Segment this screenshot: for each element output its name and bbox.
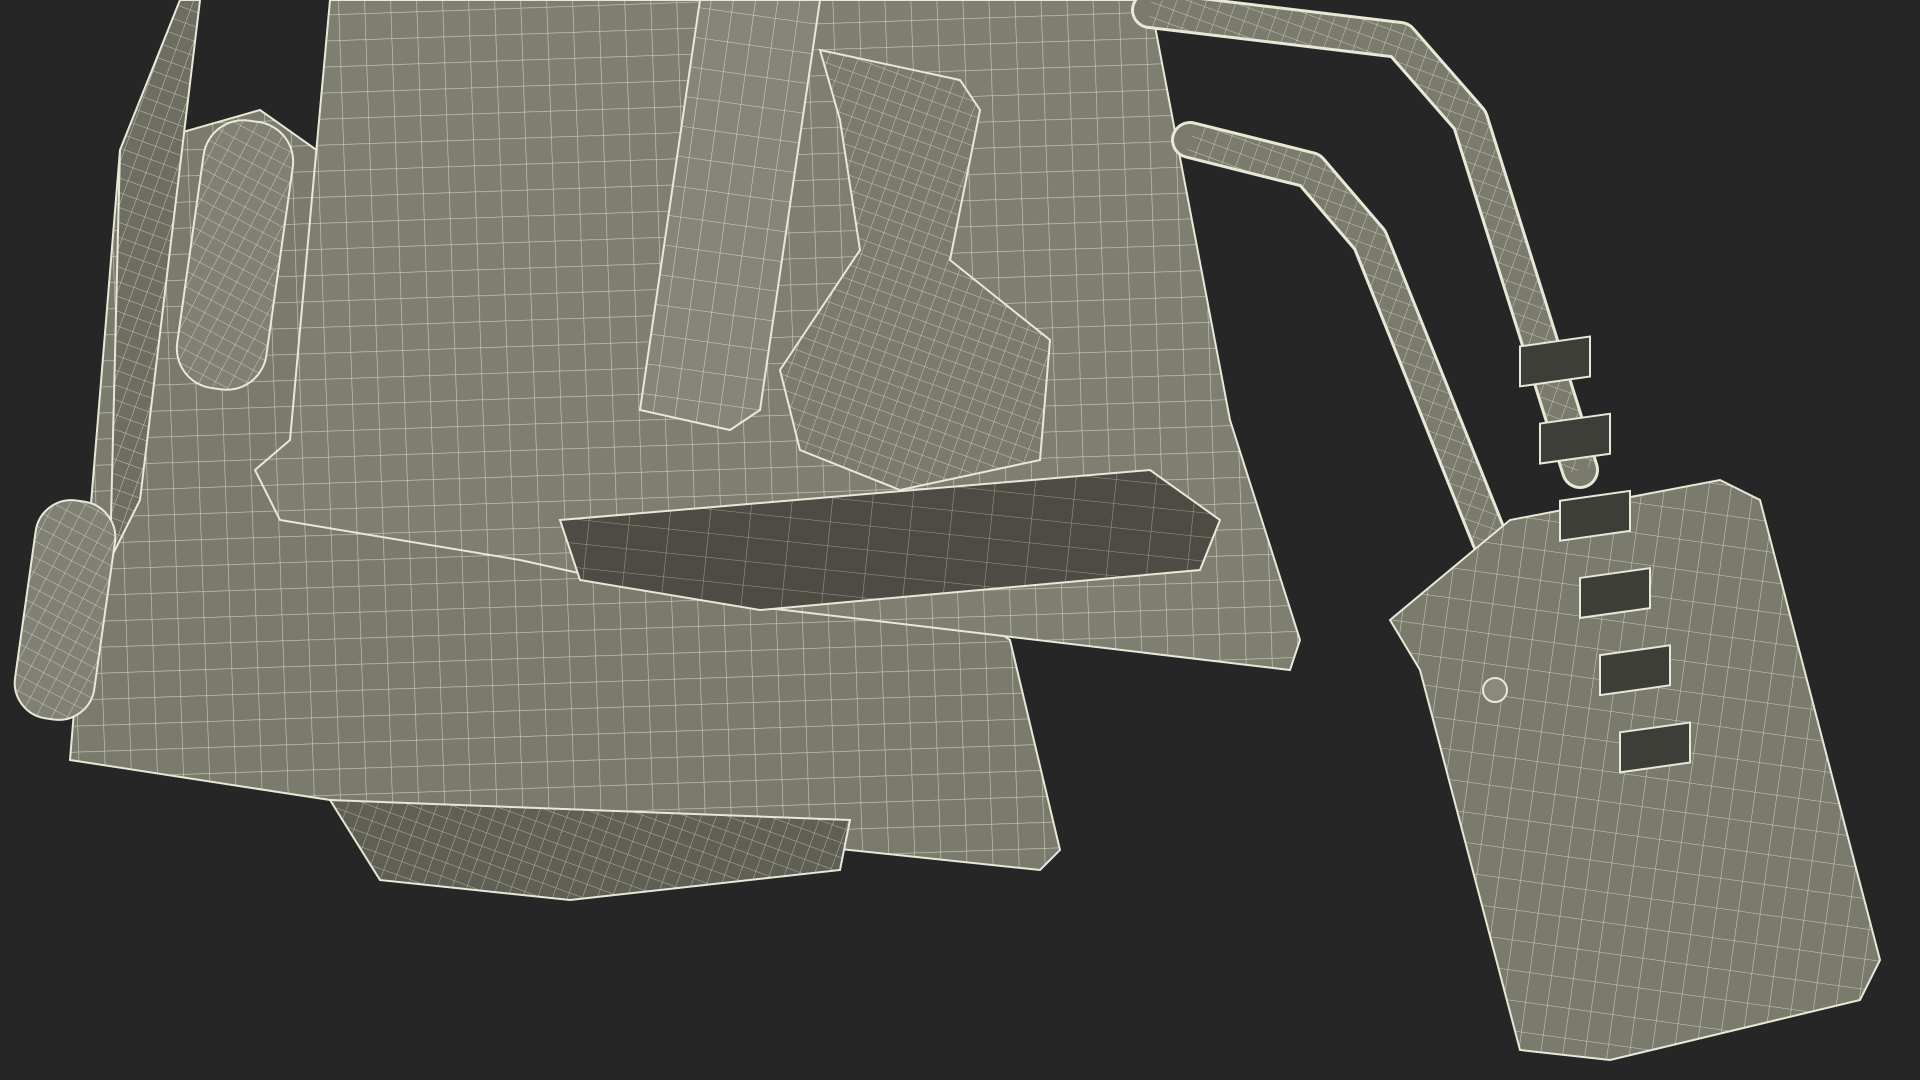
wireframe-render xyxy=(13,0,1882,1062)
rail-bolt xyxy=(1482,677,1508,703)
